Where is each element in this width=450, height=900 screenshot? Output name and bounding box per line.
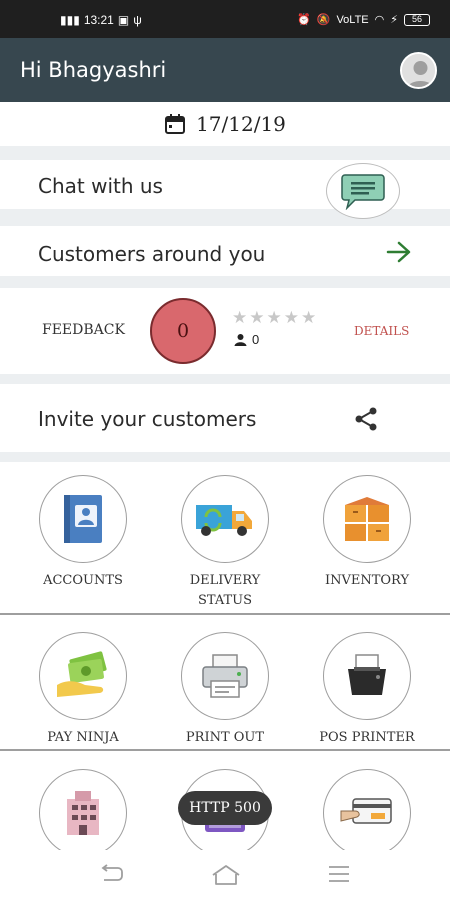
feedback-label: FEEDBACK <box>42 322 125 338</box>
date-row[interactable]: 17/12/19 <box>0 102 450 146</box>
tile-circle[interactable] <box>39 769 127 857</box>
system-nav-bar <box>0 850 450 900</box>
menu-icon[interactable] <box>328 864 350 884</box>
section-separator <box>0 374 450 384</box>
tile-inventory[interactable]: INVENTORY <box>297 475 437 591</box>
tile-delivery-status[interactable]: DELIVERY STATUS <box>155 475 295 611</box>
star-icon: ★ <box>249 308 267 327</box>
status-time: 13:21 <box>83 13 114 27</box>
greeting-title: Hi Bhagyashri <box>20 58 167 82</box>
battery-icon: 56 <box>404 13 430 26</box>
back-icon[interactable] <box>100 864 124 884</box>
tile-label: PAY NINJA <box>47 730 119 745</box>
customers-label: Customers around you <box>38 242 266 266</box>
tile-circle[interactable] <box>323 632 411 720</box>
share-icon[interactable] <box>354 406 378 432</box>
feedback-card: FEEDBACK 0 ★★★★★ 0 DETAILS <box>0 288 450 374</box>
signal-icon: ▮▮▮ <box>60 13 80 27</box>
invite-label: Invite your customers <box>38 407 257 431</box>
section-separator <box>0 146 450 160</box>
card-swipe-icon <box>340 798 392 824</box>
details-link[interactable]: DETAILS <box>354 324 409 338</box>
accounts-book-icon <box>64 495 102 543</box>
cash-hand-icon <box>57 651 107 697</box>
user-avatar-icon <box>402 54 435 87</box>
chat-label: Chat with us <box>38 174 163 198</box>
app-bar: Hi Bhagyashri <box>0 38 450 102</box>
calendar-icon <box>165 114 186 134</box>
section-separator <box>0 276 450 288</box>
tile-circle[interactable] <box>39 475 127 563</box>
delivery-truck-icon <box>196 505 252 536</box>
user-count-value: 0 <box>252 332 260 347</box>
tile-accounts[interactable]: ACCOUNTS <box>13 475 153 591</box>
network-label: VoLTE <box>336 13 369 26</box>
star-icon: ★ <box>266 308 284 327</box>
building-icon <box>67 791 99 835</box>
current-date: 17/12/19 <box>196 112 286 136</box>
alarm-icon: ⏰ <box>297 14 311 26</box>
tile-circle[interactable] <box>323 475 411 563</box>
inventory-boxes-icon <box>345 497 389 541</box>
charging-icon: ⚡ <box>390 14 398 26</box>
star-icon: ★ <box>232 308 250 327</box>
wifi-icon: ◠ <box>374 14 385 26</box>
printer-icon <box>202 654 248 698</box>
tile-circle[interactable] <box>323 769 411 857</box>
error-toast: HTTP 500 <box>178 791 272 825</box>
grid-divider <box>0 749 450 751</box>
invite-card[interactable]: Invite your customers <box>0 384 450 452</box>
usb-icon: ψ <box>133 13 142 27</box>
arrow-right-icon[interactable] <box>386 241 412 263</box>
tile-circle[interactable] <box>181 632 269 720</box>
tile-label: INVENTORY <box>324 573 410 588</box>
mute-icon: 🔕 <box>316 14 331 26</box>
tile-label: POS PRINTER <box>319 730 415 745</box>
section-separator <box>0 452 450 462</box>
avatar[interactable] <box>400 52 437 89</box>
home-icon[interactable] <box>211 864 241 886</box>
notification-icon: ▣ <box>117 13 130 27</box>
star-icon: ★ <box>283 308 301 327</box>
feedback-user-count: 0 <box>234 332 259 347</box>
person-icon <box>234 334 247 346</box>
status-bar: ▮▮▮ 13:21 ▣ ψ ⏰ 🔕 VoLTE ◠ ⚡ 56 <box>0 0 450 38</box>
tile-print-out[interactable]: PRINT OUT <box>155 632 295 748</box>
chat-bubble-icon <box>341 174 385 210</box>
tile-circle[interactable] <box>39 632 127 720</box>
tile-label: DELIVERY STATUS <box>189 573 261 608</box>
tile-pos-printer[interactable]: POS PRINTER <box>297 632 437 748</box>
feedback-score: 0 <box>150 298 216 364</box>
chat-button[interactable] <box>326 163 400 219</box>
pos-printer-icon <box>348 654 386 695</box>
tile-label: PRINT OUT <box>185 730 265 745</box>
tile-label: ACCOUNTS <box>43 573 123 588</box>
star-icon: ★ <box>301 308 319 327</box>
tile-pay-ninja[interactable]: PAY NINJA <box>13 632 153 748</box>
customers-around-card[interactable]: Customers around you <box>0 226 450 276</box>
grid-divider <box>0 613 450 615</box>
rating-stars: ★★★★★ <box>232 308 318 328</box>
tile-circle[interactable] <box>181 475 269 563</box>
